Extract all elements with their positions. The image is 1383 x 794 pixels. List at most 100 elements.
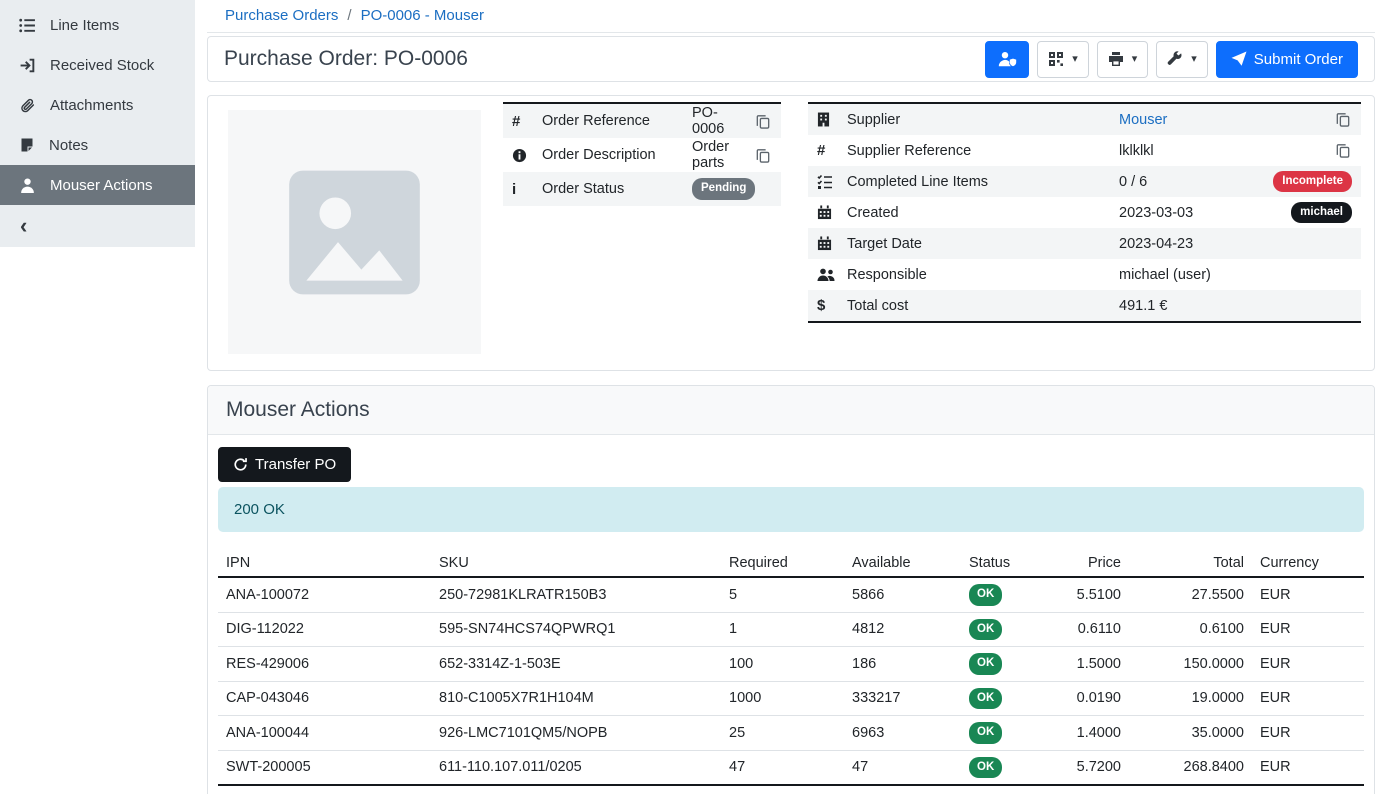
barcode-actions-button[interactable]: ▾ bbox=[1037, 41, 1089, 78]
sidebar-item-notes[interactable]: Notes bbox=[0, 125, 195, 165]
cell-status: OK bbox=[961, 716, 1029, 751]
info-circle-icon bbox=[512, 148, 542, 163]
cell-total: 19.0000 bbox=[1129, 681, 1252, 716]
calendar-icon bbox=[817, 236, 847, 251]
detail-row-responsible: Responsible michael (user) bbox=[808, 259, 1361, 290]
printer-icon bbox=[1108, 51, 1124, 67]
cell-available: 333217 bbox=[844, 681, 961, 716]
breadcrumb-link-current-order[interactable]: PO-0006 - Mouser bbox=[361, 7, 484, 24]
cell-price: 0.6110 bbox=[1029, 612, 1129, 647]
cell-status: OK bbox=[961, 681, 1029, 716]
supplier-link[interactable]: Mouser bbox=[1119, 112, 1167, 128]
cell-currency: EUR bbox=[1252, 577, 1364, 612]
col-header-price: Price bbox=[1029, 550, 1129, 577]
col-header-available: Available bbox=[844, 550, 961, 577]
sidebar-item-attachments[interactable]: Attachments bbox=[0, 85, 195, 125]
cell-available: 5866 bbox=[844, 577, 961, 612]
cell-currency: EUR bbox=[1252, 647, 1364, 682]
detail-label: Target Date bbox=[847, 236, 1119, 252]
user-badge: michael bbox=[1291, 202, 1352, 224]
mouser-actions-card: Mouser Actions Transfer PO 200 OK IPN SK… bbox=[207, 385, 1375, 794]
qr-code-icon bbox=[1048, 51, 1064, 67]
page-title: Purchase Order: PO-0006 bbox=[224, 47, 468, 71]
cell-required: 47 bbox=[721, 750, 844, 785]
detail-label: Total cost bbox=[847, 298, 1119, 314]
table-row: RES-429006 652-3314Z-1-503E 100 186 OK 1… bbox=[218, 647, 1364, 682]
status-badge: OK bbox=[969, 688, 1002, 710]
detail-row-order-status: i Order Status Pending bbox=[503, 172, 781, 206]
detail-row-supplier-reference: # Supplier Reference lklklkl bbox=[808, 135, 1361, 166]
detail-row-order-reference: # Order Reference PO-0006 bbox=[503, 104, 781, 138]
sidebar-item-label: Received Stock bbox=[50, 57, 154, 74]
page-header-card: Purchase Order: PO-0006 ▾ ▾ ▾ Submit Ord… bbox=[207, 36, 1375, 82]
cell-price: 1.5000 bbox=[1029, 647, 1129, 682]
sidebar-item-label: Attachments bbox=[50, 97, 133, 114]
detail-label: Responsible bbox=[847, 267, 1119, 283]
detail-label: Completed Line Items bbox=[847, 174, 1119, 190]
cell-status: OK bbox=[961, 612, 1029, 647]
info-icon: i bbox=[512, 181, 542, 198]
detail-value: 2023-04-23 bbox=[1119, 236, 1352, 252]
detail-value: 0 / 6 bbox=[1119, 174, 1273, 190]
breadcrumb-link-purchase-orders[interactable]: Purchase Orders bbox=[225, 7, 338, 24]
cell-currency: EUR bbox=[1252, 750, 1364, 785]
detail-label: Supplier Reference bbox=[847, 143, 1119, 159]
sidebar-item-line-items[interactable]: Line Items bbox=[0, 5, 195, 45]
footer-label: Total bbox=[218, 785, 431, 794]
paperclip-icon bbox=[19, 97, 36, 114]
cell-currency: EUR bbox=[1252, 612, 1364, 647]
status-badge: OK bbox=[969, 722, 1002, 744]
order-actions-button[interactable]: ▾ bbox=[1156, 41, 1208, 78]
cell-sku: 810-C1005X7R1H104M bbox=[431, 681, 721, 716]
cell-total: 35.0000 bbox=[1129, 716, 1252, 751]
submit-order-button[interactable]: Submit Order bbox=[1216, 41, 1358, 78]
transfer-po-button[interactable]: Transfer PO bbox=[218, 447, 351, 482]
supplier-details-table: Supplier Mouser # Supplier Reference lkl… bbox=[808, 102, 1361, 323]
main-content: Purchase Orders / PO-0006 - Mouser Purch… bbox=[195, 0, 1383, 794]
panel-body: Transfer PO 200 OK IPN SKU Required Avai… bbox=[208, 435, 1374, 794]
cell-total: 0.6100 bbox=[1129, 612, 1252, 647]
cell-price: 0.0190 bbox=[1029, 681, 1129, 716]
cell-ipn: ANA-100072 bbox=[218, 577, 431, 612]
detail-value: lklklkl bbox=[1119, 143, 1326, 159]
sidebar-item-mouser-actions[interactable]: Mouser Actions bbox=[0, 165, 195, 205]
status-badge: OK bbox=[969, 619, 1002, 641]
sidebar-item-label: Line Items bbox=[50, 17, 119, 34]
sidebar-item-label: Mouser Actions bbox=[50, 177, 153, 194]
admin-button[interactable] bbox=[985, 41, 1029, 78]
cell-sku: 250-72981KLRATR150B3 bbox=[431, 577, 721, 612]
cell-total: 150.0000 bbox=[1129, 647, 1252, 682]
col-header-total: Total bbox=[1129, 550, 1252, 577]
detail-row-order-description: Order Description Order parts bbox=[503, 138, 781, 172]
cell-ipn: DIG-112022 bbox=[218, 612, 431, 647]
copy-button[interactable] bbox=[754, 146, 772, 165]
cell-ipn: RES-429006 bbox=[218, 647, 431, 682]
detail-value: 491.1 € bbox=[1119, 298, 1352, 314]
breadcrumb-separator: / bbox=[347, 7, 351, 24]
copy-button[interactable] bbox=[1334, 141, 1352, 160]
cell-available: 186 bbox=[844, 647, 961, 682]
print-actions-button[interactable]: ▾ bbox=[1097, 41, 1149, 78]
cell-required: 5 bbox=[721, 577, 844, 612]
detail-value: 2023-03-03 bbox=[1119, 205, 1291, 221]
chevron-down-icon: ▾ bbox=[1072, 54, 1078, 65]
detail-label: Order Status bbox=[542, 181, 692, 197]
copy-button[interactable] bbox=[754, 112, 772, 131]
note-icon bbox=[19, 137, 35, 153]
cell-price: 5.7200 bbox=[1029, 750, 1129, 785]
order-details-card: # Order Reference PO-0006 Order Descript… bbox=[207, 95, 1375, 371]
order-status-badge: Pending bbox=[692, 178, 755, 200]
copy-button[interactable] bbox=[1334, 110, 1352, 129]
sidebar-item-label: Notes bbox=[49, 137, 88, 154]
cell-total: 268.8400 bbox=[1129, 750, 1252, 785]
col-header-required: Required bbox=[721, 550, 844, 577]
sidebar-item-received-stock[interactable]: Received Stock bbox=[0, 45, 195, 85]
sidebar-collapse-button[interactable]: ‹ bbox=[0, 205, 195, 247]
detail-value: Order parts bbox=[692, 139, 746, 171]
hash-icon: # bbox=[817, 142, 847, 159]
cell-price: 5.5100 bbox=[1029, 577, 1129, 612]
table-row: SWT-200005 611-110.107.011/0205 47 47 OK… bbox=[218, 750, 1364, 785]
status-badge: OK bbox=[969, 653, 1002, 675]
footer-total: 501.0000 bbox=[1129, 785, 1252, 794]
dollar-icon: $ bbox=[817, 297, 847, 314]
